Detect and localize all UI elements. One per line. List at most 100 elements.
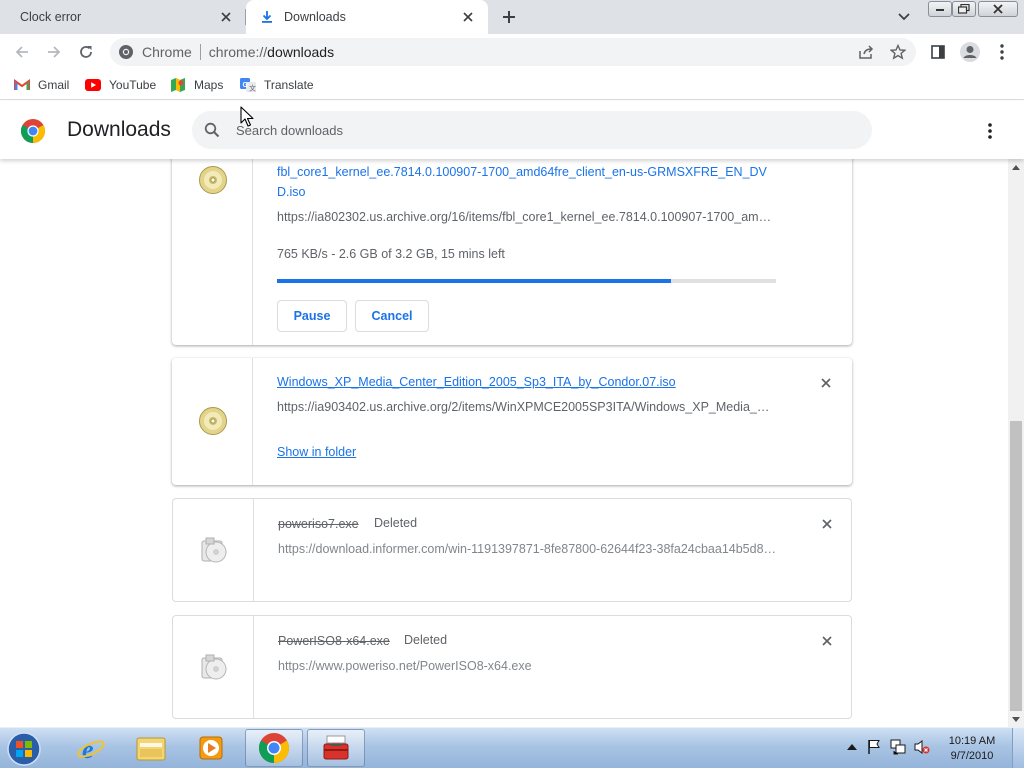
file-name-line: fbl_core1_kernel_ee.7814.0.100907-1700_a… [277, 165, 767, 179]
file-name-line: D.iso [277, 185, 306, 199]
taskbar-internet-explorer[interactable]: e [62, 729, 120, 767]
download-item-deleted: poweriso7.exe Deleted https://download.i… [172, 498, 852, 602]
source-url[interactable]: https://download.informer.com/win-119139… [278, 542, 778, 556]
source-url[interactable]: https://ia903402.us.archive.org/2/items/… [277, 400, 777, 414]
page-scrollbar[interactable] [1008, 159, 1024, 727]
file-name-link[interactable]: Windows_XP_Media_Center_Edition_2005_Sp3… [277, 372, 676, 392]
chrome-menu-button[interactable] [990, 40, 1014, 64]
remove-from-list-button[interactable] [817, 631, 837, 651]
progress-fill [277, 279, 672, 283]
tab-title: Downloads [284, 10, 346, 24]
action-center-tray-icon[interactable] [866, 738, 882, 756]
downloads-more-actions-button[interactable] [978, 119, 1002, 143]
media-player-icon [199, 736, 223, 760]
file-icon-column [173, 616, 254, 718]
remove-from-list-button[interactable] [817, 514, 837, 534]
window-minimize-button[interactable] [928, 1, 952, 17]
tab-search-button[interactable] [894, 8, 914, 26]
svg-text:文: 文 [249, 84, 256, 93]
kebab-menu-icon [988, 123, 992, 139]
show-in-folder-link[interactable]: Show in folder [277, 445, 356, 459]
new-tab-button[interactable] [498, 6, 520, 28]
bookmark-label: YouTube [109, 78, 157, 92]
search-icon [204, 122, 220, 138]
downloads-header: Downloads [0, 101, 1024, 159]
bookmark-label: Translate [264, 78, 314, 92]
tab-downloads[interactable]: Downloads [246, 0, 488, 34]
show-hidden-icons-button[interactable] [844, 738, 860, 756]
bookmark-label: Gmail [38, 78, 70, 92]
scrollbar-thumb[interactable] [1010, 421, 1022, 711]
file-icon-column [172, 159, 253, 345]
bookmark-maps[interactable]: Maps [170, 76, 223, 94]
search-downloads-input[interactable] [236, 120, 836, 140]
url-prefix: chrome:// [208, 44, 268, 60]
chrome-page-icon[interactable] [118, 44, 134, 60]
scroll-down-arrow-icon[interactable] [1012, 715, 1020, 723]
clock-time: 10:19 AM [948, 735, 996, 747]
source-url[interactable]: https://www.poweriso.net/PowerISO8-x64.e… [278, 659, 778, 673]
tab-title: Clock error [20, 10, 82, 24]
file-name-deleted: PowerISO8-x64.exe [278, 634, 390, 648]
taskbar-toolbox-app[interactable] [307, 729, 365, 767]
taskbar-windows-explorer[interactable] [122, 729, 180, 767]
window-restore-button[interactable] [952, 1, 976, 17]
side-panel-button[interactable] [926, 40, 950, 64]
gmail-icon [14, 77, 30, 93]
address-bar[interactable]: Chrome chrome://downloads [110, 38, 916, 66]
installer-file-icon [201, 654, 227, 680]
source-url[interactable]: https://ia802302.us.archive.org/16/items… [277, 210, 777, 224]
kebab-menu-icon [1000, 44, 1004, 60]
tab-clock-error[interactable]: Clock error [0, 0, 246, 34]
bookmark-label: Maps [194, 78, 224, 92]
browser-toolbar: Chrome chrome://downloads [0, 34, 1024, 70]
profile-button[interactable] [958, 40, 982, 64]
search-downloads-box[interactable] [192, 111, 872, 149]
bookmark-youtube[interactable]: YouTube [85, 76, 156, 94]
reload-icon [80, 46, 92, 58]
deleted-tag: Deleted [374, 516, 418, 530]
chrome-icon [259, 733, 289, 763]
download-item-in-progress: fbl_core1_kernel_ee.7814.0.100907-1700_a… [172, 159, 852, 345]
installer-file-icon [201, 537, 227, 563]
scroll-up-arrow-icon[interactable] [1012, 163, 1020, 171]
back-button[interactable] [10, 40, 34, 64]
page-title: Downloads [67, 118, 171, 141]
tab-close-icon[interactable] [216, 7, 236, 27]
disc-image-file-icon [199, 166, 227, 194]
forward-button[interactable] [42, 40, 66, 64]
restore-icon [958, 4, 970, 14]
window-close-button[interactable] [978, 1, 1018, 17]
pause-button[interactable]: Pause [277, 300, 347, 332]
tab-close-icon[interactable] [458, 7, 478, 27]
clock-date: 9/7/2010 [950, 750, 994, 762]
bookmark-gmail[interactable]: Gmail [14, 76, 69, 94]
plus-icon [503, 11, 515, 23]
file-name[interactable]: fbl_core1_kernel_ee.7814.0.100907-1700_a… [277, 162, 767, 202]
system-clock[interactable]: 10:19 AM 9/7/2010 [936, 734, 1008, 764]
chevron-up-icon [847, 744, 857, 750]
url-host: downloads [267, 44, 335, 60]
file-icon-column [173, 499, 254, 601]
maps-icon [170, 77, 186, 93]
network-tray-icon[interactable] [890, 738, 906, 756]
scheme-label: Chrome [142, 44, 192, 60]
remove-from-list-button[interactable] [816, 373, 836, 393]
network-icon [890, 739, 906, 755]
cancel-button[interactable]: Cancel [355, 300, 429, 332]
url-text[interactable]: chrome://downloads [209, 44, 334, 60]
taskbar-chrome[interactable] [245, 729, 303, 767]
internet-explorer-icon: e [77, 735, 105, 763]
chevron-down-icon [898, 13, 910, 21]
bookmark-translate[interactable]: G文 Translate [240, 76, 314, 94]
volume-muted-icon [914, 740, 930, 754]
volume-tray-icon[interactable] [914, 738, 930, 756]
reload-button[interactable] [74, 40, 98, 64]
tab-strip: Clock error Downloads [0, 0, 1024, 34]
bookmark-star-icon[interactable] [890, 44, 906, 60]
start-button[interactable] [4, 730, 44, 768]
taskbar-media-player[interactable] [182, 729, 240, 767]
show-desktop-button[interactable] [1012, 728, 1024, 768]
share-icon[interactable] [858, 44, 874, 60]
svg-text:e: e [82, 735, 94, 763]
